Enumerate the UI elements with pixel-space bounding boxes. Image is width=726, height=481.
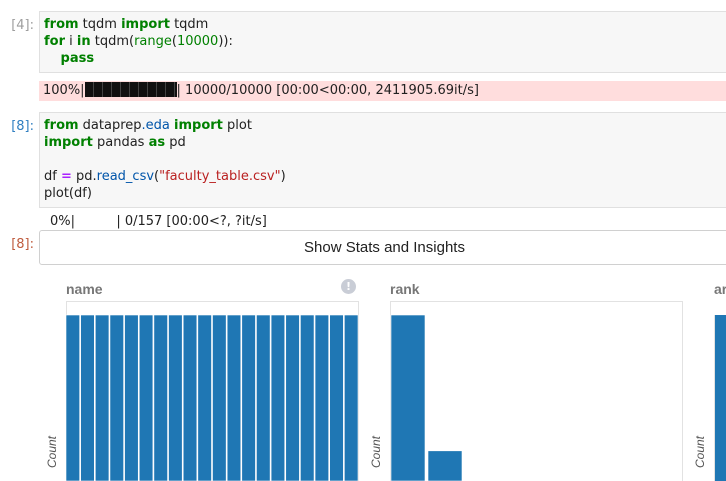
histogram-bar[interactable]: [329, 314, 344, 481]
chart-title-partial: ar: [714, 281, 726, 297]
code-token: read_csv: [96, 169, 155, 184]
stderr-output: 100%| | 10000/10000 [00:00<00:00, 2411905…: [39, 81, 726, 101]
chart-ylabel-rank: Count: [369, 435, 383, 468]
histogram-bar[interactable]: [241, 314, 256, 481]
code-token: pandas: [92, 135, 149, 150]
code-token: dataprep: [78, 118, 142, 133]
code-token: from: [44, 17, 79, 32]
code-line: for i in tqdm(range(10000)):: [44, 33, 726, 50]
histogram-bar[interactable]: [182, 314, 198, 481]
cell-prompt-8: [8]:: [11, 119, 34, 134]
code-token: plot(df): [44, 186, 92, 201]
code-token: tqdm: [78, 17, 122, 32]
code-token: import: [44, 135, 93, 150]
histogram-bar[interactable]: [65, 314, 80, 481]
code-token: df: [44, 169, 61, 184]
histogram-bar[interactable]: [285, 314, 300, 481]
histogram-bar[interactable]: [197, 314, 212, 481]
chart-ylabel-partial: Count: [693, 435, 707, 468]
code-token: plot: [222, 118, 252, 133]
chart-title-rank: rank: [390, 281, 420, 297]
code-token: .eda: [141, 118, 170, 133]
histogram-bar[interactable]: [212, 314, 227, 481]
histogram-bar[interactable]: [226, 314, 242, 481]
chart-ylabel-name: Count: [45, 435, 59, 468]
progress-prefix: 100%|: [43, 83, 85, 98]
histogram-bar[interactable]: [270, 314, 286, 481]
code-token: range: [134, 34, 172, 49]
histogram-bar[interactable]: [390, 314, 426, 481]
code-token: for: [44, 34, 65, 49]
histogram-bar[interactable]: [109, 314, 124, 481]
code-line: import pandas as pd: [44, 134, 726, 151]
histogram-bar[interactable]: [94, 314, 110, 481]
code-token: tqdm: [169, 17, 209, 32]
code-cell-4[interactable]: from tqdm import tqdm for i in tqdm(range…: [39, 11, 726, 73]
histogram-bar[interactable]: [124, 314, 139, 481]
cell-prompt-4: [4]:: [11, 18, 34, 33]
show-stats-button[interactable]: Show Stats and Insights: [39, 230, 726, 265]
chart-name: [65, 314, 359, 481]
histogram-bar[interactable]: [300, 314, 315, 481]
code-token: from: [44, 118, 79, 133]
code-token: i: [65, 34, 77, 49]
code-token: )):: [218, 34, 233, 49]
code-line: plot(df): [44, 185, 726, 202]
code-token: pd.: [71, 169, 97, 184]
code-token: "faculty_table.csv": [159, 169, 281, 184]
code-token: pass: [60, 51, 95, 66]
progress-suffix: | 10000/10000 [00:00<00:00, 2411905.69it…: [176, 83, 479, 98]
chart-rank: [390, 314, 463, 481]
histogram-bar[interactable]: [344, 314, 359, 481]
progress-output: 0%| | 0/157 [00:00<?, ?it/s]: [50, 214, 267, 229]
code-token: tqdm(: [90, 34, 135, 49]
progress-bar: [84, 82, 177, 97]
info-icon[interactable]: !: [341, 279, 356, 294]
code-token: import: [174, 118, 223, 133]
histogram-bar[interactable]: [427, 450, 463, 481]
code-token: import: [121, 17, 170, 32]
histogram-bar[interactable]: [256, 314, 271, 481]
code-line: pass: [44, 50, 726, 67]
code-token: =: [60, 169, 72, 184]
code-token: as: [148, 135, 166, 150]
histogram-bar[interactable]: [153, 314, 168, 481]
code-token: in: [76, 34, 91, 49]
chart-bar-partial: [714, 315, 726, 481]
code-token: ): [280, 169, 286, 184]
code-line: from dataprep.eda import plot: [44, 117, 726, 134]
histogram-bar[interactable]: [314, 314, 330, 481]
code-cell-8[interactable]: from dataprep.eda import plot import pand…: [39, 112, 726, 208]
output-prompt-8: [8]:: [11, 237, 34, 252]
code-line: df = pd.read_csv("faculty_table.csv"): [44, 168, 726, 185]
chart-title-name: name: [66, 281, 103, 297]
code-token: pd: [165, 135, 186, 150]
code-line: from tqdm import tqdm: [44, 16, 726, 33]
histogram-bar[interactable]: [138, 314, 154, 481]
histogram-bar[interactable]: [168, 314, 183, 481]
code-token: 10000: [176, 34, 219, 49]
histogram-bar[interactable]: [80, 314, 95, 481]
